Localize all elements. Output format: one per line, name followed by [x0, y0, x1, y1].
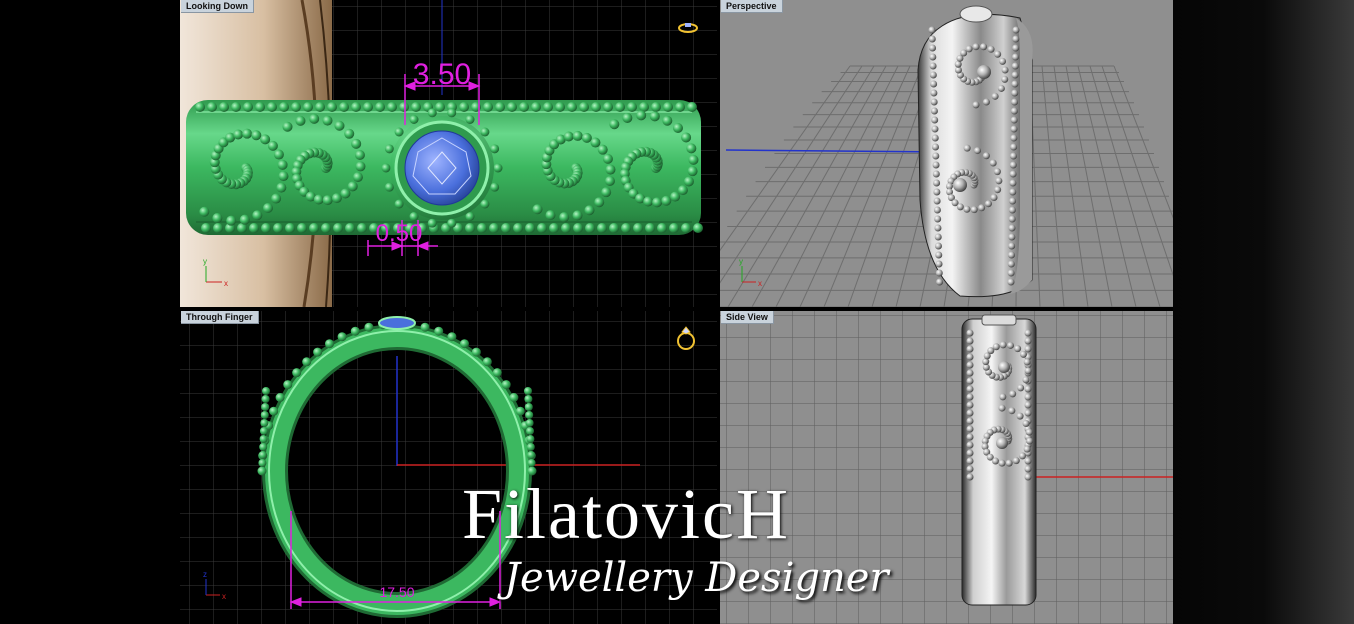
viewport-label[interactable]: Perspective [721, 0, 783, 13]
viewport-looking-down-canvas: 3.50 0.50 x y [180, 0, 717, 307]
viewport-perspective-canvas: x y [720, 5, 1173, 307]
svg-text:y: y [739, 257, 743, 266]
svg-text:y: y [203, 257, 207, 266]
right-margin [1173, 0, 1354, 624]
dimension-label-gap: 0.50 [376, 220, 423, 247]
svg-text:z: z [203, 570, 207, 579]
left-margin [0, 0, 180, 624]
viewport-label[interactable]: Looking Down [181, 0, 254, 13]
svg-text:x: x [758, 279, 762, 288]
brand-logo: FilatovicH Jewellery Designer [440, 478, 910, 618]
brand-title: FilatovicH [462, 474, 790, 554]
dimension-label-ring-size: 17.50 [379, 584, 414, 600]
viewport-perspective[interactable]: Perspective x y [720, 0, 1173, 307]
svg-text:x: x [222, 592, 226, 601]
dimension-label-stone-width: 3.50 [413, 58, 471, 91]
viewport-label[interactable]: Through Finger [181, 311, 259, 324]
viewport-label[interactable]: Side View [721, 311, 774, 324]
viewport-looking-down[interactable]: Looking Down 3.50 0.50 x y [180, 0, 717, 307]
svg-text:x: x [224, 279, 228, 288]
brand-subtitle: Jewellery Designer [504, 555, 889, 601]
